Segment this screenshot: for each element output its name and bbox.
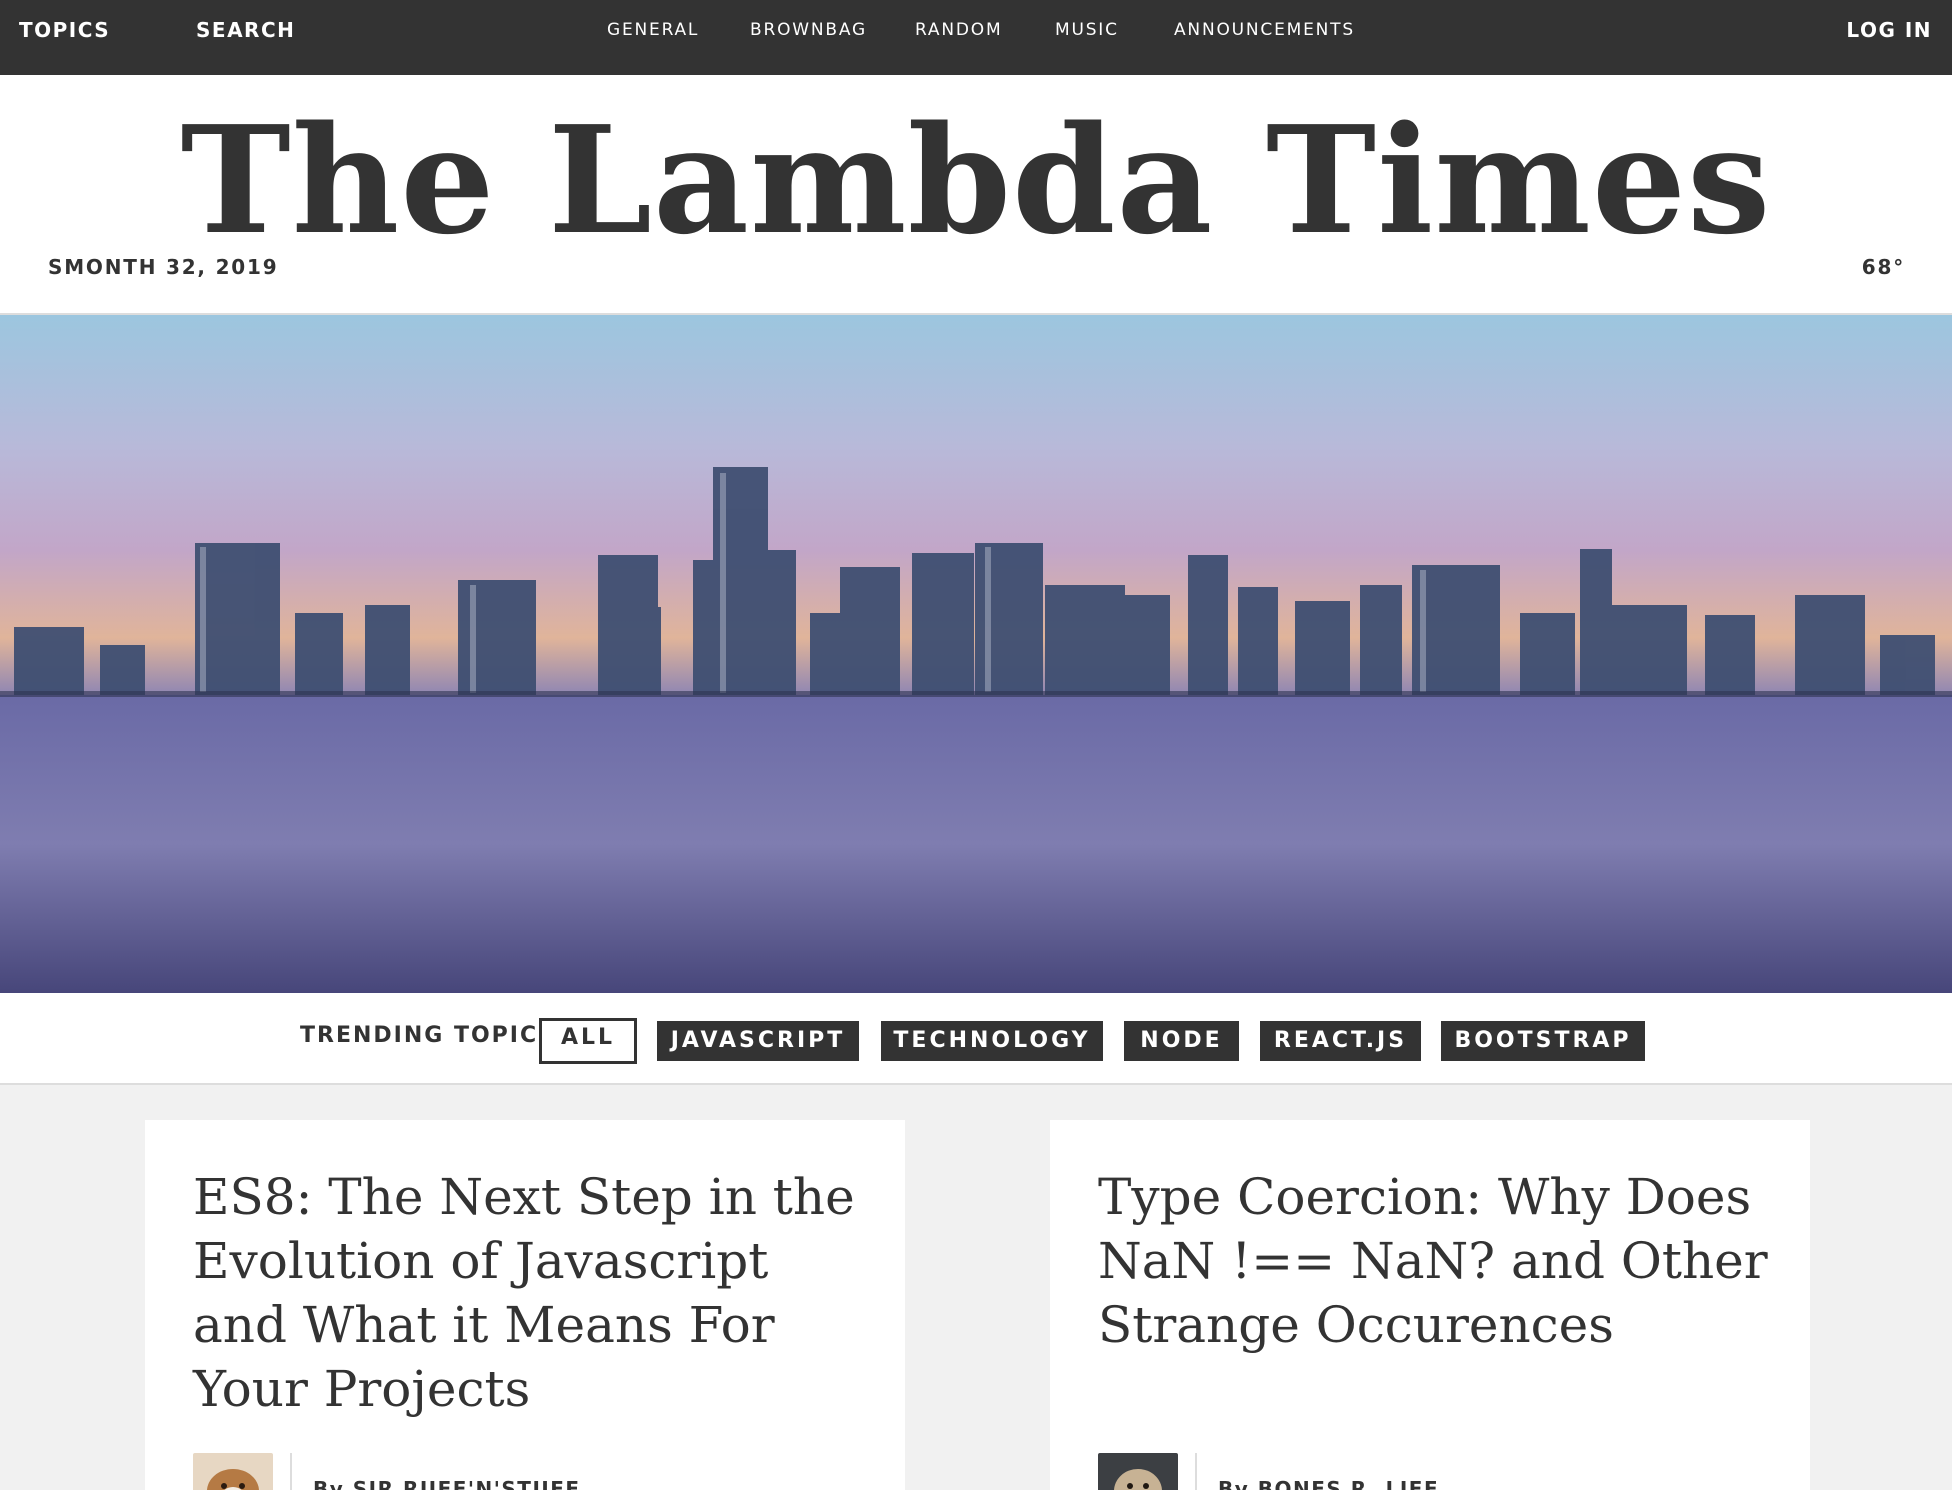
tab-reactjs[interactable]: REACT.JS xyxy=(1260,1021,1421,1061)
nav-item-music[interactable]: MUSIC xyxy=(1055,0,1119,60)
masthead: The Lambda Times SMONTH 32, 2019 68° xyxy=(0,75,1952,315)
article-card[interactable]: Type Coercion: Why Does NaN !== NaN? and… xyxy=(1050,1120,1810,1490)
tab-javascript[interactable]: JAVASCRIPT xyxy=(657,1021,859,1061)
dog-avatar-icon xyxy=(1098,1453,1178,1490)
trending-topics-bar: TRENDING TOPICS: ALL JAVASCRIPT TECHNOLO… xyxy=(0,993,1952,1085)
author-avatar xyxy=(1098,1453,1178,1490)
article-card[interactable]: ES8: The Next Step in the Evolution of J… xyxy=(145,1120,905,1490)
tab-bootstrap[interactable]: BOOTSTRAP xyxy=(1441,1021,1645,1061)
tab-technology[interactable]: TECHNOLOGY xyxy=(881,1021,1103,1061)
temperature-label: 68° xyxy=(1861,255,1905,279)
article-headline[interactable]: ES8: The Next Step in the Evolution of J… xyxy=(193,1165,863,1421)
topics-button[interactable]: TOPICS xyxy=(19,0,110,75)
cards-container: ES8: The Next Step in the Evolution of J… xyxy=(0,1085,1952,1490)
login-button[interactable]: LOG IN xyxy=(1846,0,1932,75)
article-headline[interactable]: Type Coercion: Why Does NaN !== NaN? and… xyxy=(1098,1165,1768,1357)
nav-item-general[interactable]: GENERAL xyxy=(607,0,699,60)
tab-all[interactable]: ALL xyxy=(539,1018,637,1064)
tab-node[interactable]: NODE xyxy=(1124,1021,1239,1061)
skyline-illustration xyxy=(0,315,1952,993)
nav-item-random[interactable]: RANDOM xyxy=(915,0,1002,60)
nav-item-announcements[interactable]: ANNOUNCEMENTS xyxy=(1174,0,1355,60)
search-button[interactable]: SEARCH xyxy=(196,0,295,75)
dog-avatar-icon xyxy=(193,1453,273,1490)
top-bar: TOPICS SEARCH GENERAL BROWNBAG RANDOM MU… xyxy=(0,0,1952,75)
hero-image xyxy=(0,315,1952,993)
author-byline: By SIR RUFF'N'STUFF xyxy=(313,1477,581,1490)
trending-label: TRENDING TOPICS: xyxy=(300,1023,568,1048)
byline-divider xyxy=(1195,1453,1197,1490)
author-avatar xyxy=(193,1453,273,1490)
nav-item-brownbag[interactable]: BROWNBAG xyxy=(750,0,867,60)
date-label: SMONTH 32, 2019 xyxy=(48,255,279,279)
author-byline: By BONES R. LIFE xyxy=(1218,1477,1440,1490)
byline-divider xyxy=(290,1453,292,1490)
site-title: The Lambda Times xyxy=(180,93,1772,267)
